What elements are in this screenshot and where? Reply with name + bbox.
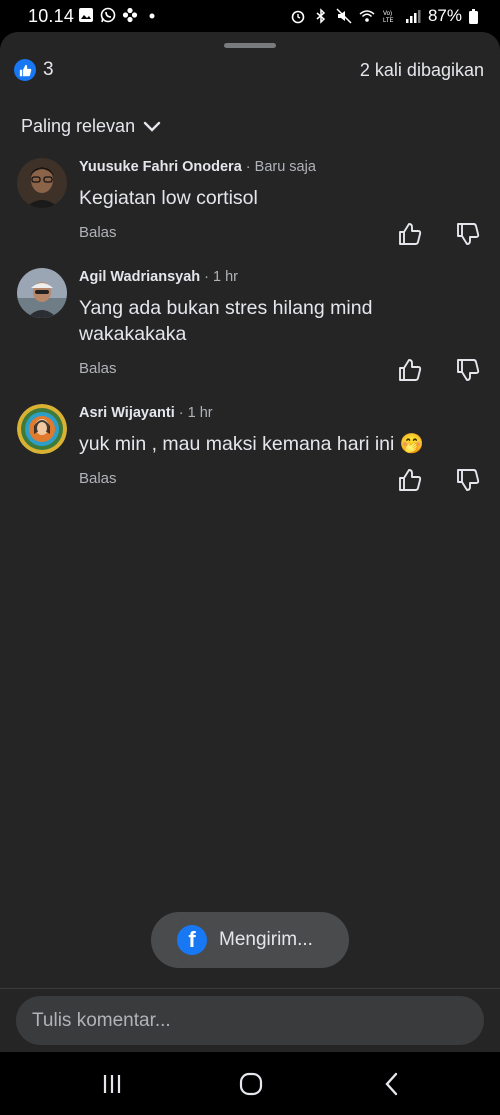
battery-icon: [469, 8, 478, 24]
reply-button[interactable]: Balas: [79, 360, 117, 377]
comment-time: · Baru saja: [241, 159, 316, 175]
status-time: 10.14: [28, 6, 75, 26]
bluetooth-icon: [316, 8, 326, 24]
svg-text:LTE: LTE: [383, 18, 394, 24]
home-icon[interactable]: [237, 1070, 265, 1098]
signal-icon: [405, 10, 421, 23]
like-count: 3: [43, 59, 54, 80]
avatar[interactable]: [17, 404, 67, 454]
gallery-icon: [79, 8, 93, 22]
sort-label: Paling relevan: [21, 116, 136, 136]
commenter-name[interactable]: Asri Wijayanti: [79, 405, 175, 421]
thumbs-down-icon[interactable]: [455, 467, 481, 493]
comment-text: Yang ada bukan stres hilang mind wakakak…: [79, 297, 373, 345]
thumbs-down-icon[interactable]: [455, 357, 481, 383]
toast-label: Mengirim...: [219, 929, 313, 950]
battery-percent: 87%: [427, 6, 462, 25]
chevron-down-icon: [143, 121, 161, 132]
comment-meta: Yuusuke Fahri Onodera · Baru saja: [79, 159, 316, 175]
facebook-icon: f: [177, 925, 207, 955]
system-icons: Vo) LTE 87%: [290, 6, 478, 26]
status-bar: 10.14 Vo) LTE 87%: [0, 0, 500, 32]
comment-item: Agil Wadriansyah · 1 hr Yang ada bukan s…: [0, 260, 500, 390]
comment-input[interactable]: Tulis komentar...: [16, 996, 484, 1045]
reply-button[interactable]: Balas: [79, 224, 117, 241]
comment-text: yuk min , mau maksi kemana hari ini 🤭: [79, 433, 425, 455]
sort-dropdown[interactable]: Paling relevan: [21, 116, 161, 137]
recent-apps-icon[interactable]: [98, 1070, 126, 1098]
comment-meta: Asri Wijayanti · 1 hr: [79, 405, 213, 421]
thumbs-up-icon[interactable]: [397, 467, 423, 493]
comment-item: Asri Wijayanti · 1 hr yuk min , mau maks…: [0, 396, 500, 506]
comments-sheet: 3 2 kali dibagikan Paling relevan Yuusuk…: [0, 32, 500, 1052]
comment-text: Kegiatan low cortisol: [79, 187, 258, 209]
volte-icon: Vo)LTE: [383, 11, 394, 24]
share-count[interactable]: 2 kali dibagikan: [360, 60, 484, 81]
avatar[interactable]: [17, 268, 67, 318]
like-badge-icon: [14, 59, 36, 81]
navigation-bar: [0, 1052, 500, 1115]
comment-time: · 1 hr: [174, 405, 213, 421]
wifi-icon: [359, 10, 375, 22]
comment-time: · 1 hr: [200, 269, 239, 285]
back-icon[interactable]: [378, 1070, 406, 1098]
comment-item: Yuusuke Fahri Onodera · Baru saja Kegiat…: [0, 150, 500, 250]
divider: [0, 988, 500, 989]
sending-toast: f Mengirim...: [151, 912, 349, 968]
whatsapp-icon: [100, 7, 116, 23]
avatar[interactable]: [17, 158, 67, 208]
commenter-name[interactable]: Agil Wadriansyah: [79, 269, 200, 285]
thumbs-up-icon[interactable]: [397, 357, 423, 383]
thumbs-down-icon[interactable]: [455, 221, 481, 247]
mute-icon: [336, 8, 352, 24]
reaction-summary[interactable]: 3: [14, 59, 54, 81]
comment-meta: Agil Wadriansyah · 1 hr: [79, 269, 238, 285]
alarm-icon: [291, 10, 305, 24]
drag-handle[interactable]: [224, 43, 276, 48]
dot-icon: [149, 13, 155, 19]
commenter-name[interactable]: Yuusuke Fahri Onodera: [79, 159, 242, 175]
svg-text:Vo): Vo): [383, 11, 392, 17]
comment-input-placeholder: Tulis komentar...: [32, 1009, 171, 1031]
notification-icons: [78, 7, 160, 23]
flower-icon: [122, 7, 138, 23]
reply-button[interactable]: Balas: [79, 470, 117, 487]
thumbs-up-icon[interactable]: [397, 221, 423, 247]
